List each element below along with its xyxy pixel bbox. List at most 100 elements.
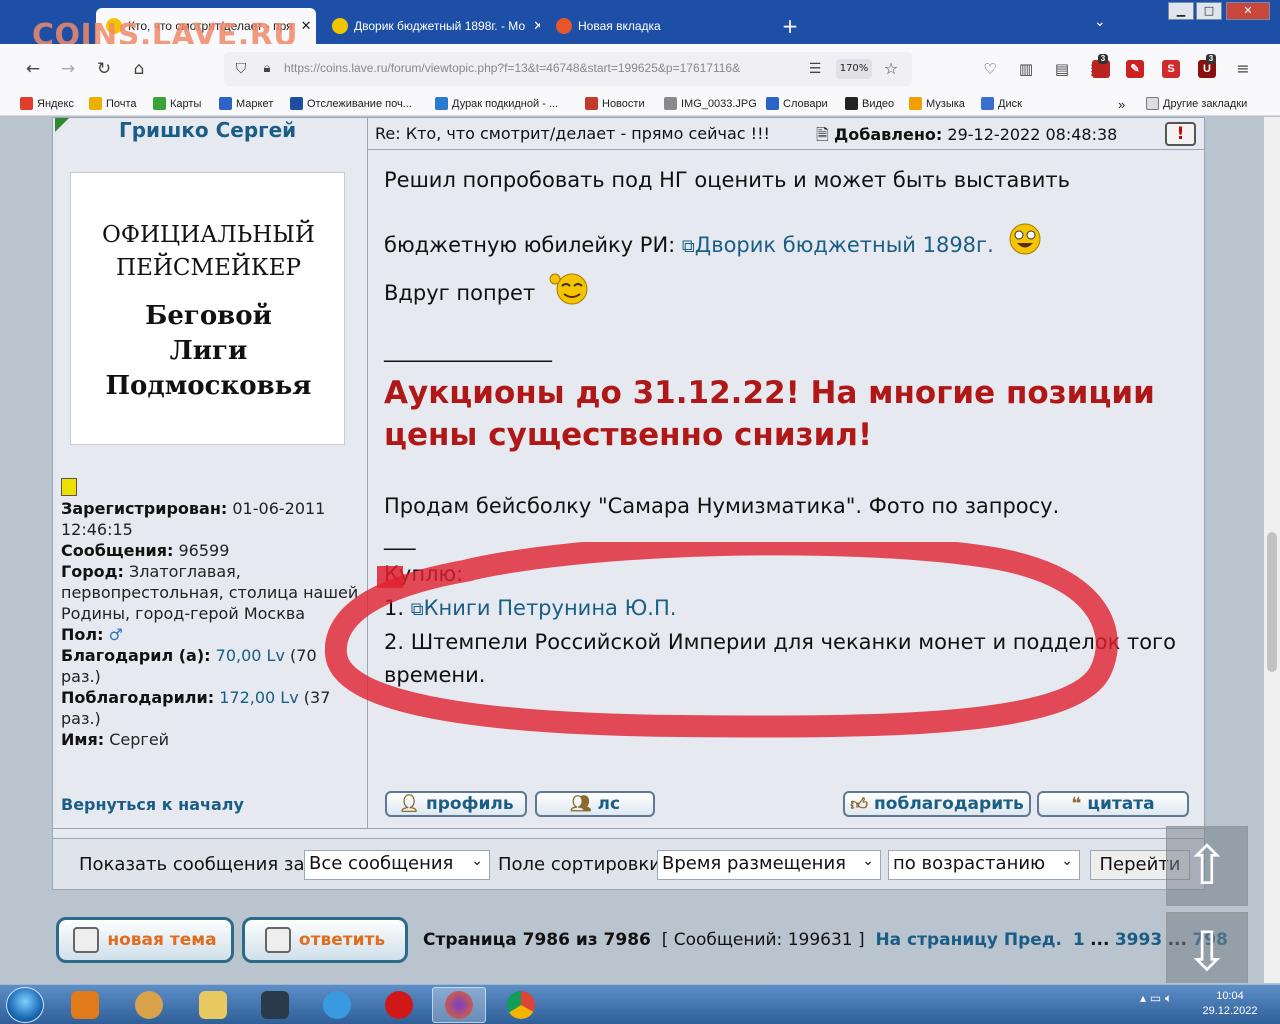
reply-button[interactable]: ответить [242,917,408,963]
close-tab-icon[interactable]: ✕ [533,18,540,34]
start-button[interactable] [6,987,44,1023]
avatar-text: ОФИЦИАЛЬНЫЙ [102,222,315,248]
minimize-button[interactable]: ▁ [1168,2,1194,20]
bookmark-label: Новости [602,97,645,110]
bookmark-label: Другие закладки [1163,97,1248,110]
hamburger-menu-icon[interactable]: ≡ [1232,58,1254,80]
bookmark-maps[interactable]: Карты [153,97,201,110]
prev-page-link[interactable]: На страницу Пред. [875,930,1062,950]
reader-view-icon[interactable]: ☰ [804,58,826,80]
bookmark-dictionaries[interactable]: Словари [766,97,828,110]
library-icon[interactable]: ▥ [1015,58,1037,80]
sort-field-select[interactable]: Время размещения ⌄ [657,850,881,880]
url-bar[interactable]: ⛉ 🔒︎ https://coins.lave.ru/forum/viewtop… [224,52,912,86]
system-tray-icons[interactable]: ▴ ▭ 🔈︎ [1140,991,1172,1006]
reply-label: ответить [298,930,386,950]
shield-icon[interactable]: ⛉ [230,58,252,80]
dvorik-link[interactable]: Дворик бюджетный 1898г. [695,233,994,257]
bookmark-label: Видео [862,97,895,110]
bookmark-yandex[interactable]: Яндекс [20,97,74,110]
sort-bar: Показать сообщения за: Все сообщения ⌄ По… [52,838,1205,890]
auction-notice: Аукционы до 31.12.22! На многие позиции … [384,375,1155,453]
sidebar-icon[interactable]: ▤ [1051,58,1073,80]
close-tab-icon[interactable]: ✕ [301,18,312,34]
page-scrollbar[interactable] [1264,117,1280,983]
globe-icon [435,97,448,110]
page-link-first[interactable]: 1 [1073,930,1085,950]
bookmark-label: Карты [170,97,202,110]
tab-dvorik[interactable]: Дворик бюджетный 1898г. - Мо ✕ [322,8,540,44]
scrollbar-thumb[interactable] [1267,532,1277,672]
petrunin-books-link[interactable]: Книги Петрунина Ю.П. [424,596,677,620]
buy-item-2-cont: времени. [384,663,486,687]
clock[interactable]: 10:04 29.12.2022 [1198,989,1262,1019]
sort-order-select[interactable]: по возрастанию ⌄ [888,850,1080,880]
bookmark-market[interactable]: Маркет [219,97,273,110]
profile-button[interactable]: 👤︎ профиль [385,791,527,817]
quote-button[interactable]: ❝ цитата [1037,791,1189,817]
extension-pen-icon[interactable]: ✎ [1126,60,1144,78]
bookmark-star-icon[interactable]: ☆ [880,58,902,80]
new-tab-plus-icon[interactable]: + [778,14,802,38]
thanked-label: Благодарил (а): [61,646,211,665]
bookmark-label: Диск [998,97,1022,110]
chrome-icon [507,991,535,1019]
maximize-button[interactable]: □ [1196,2,1222,20]
extension-s-icon[interactable]: S [1162,60,1180,78]
buy-item-1-num: 1. [384,596,405,620]
url-text[interactable]: https://coins.lave.ru/forum/viewtopic.ph… [284,61,804,75]
bookmark-tracking[interactable]: Отслеживание поч... [290,97,412,110]
author-name[interactable]: Гришко Сергей [119,118,296,142]
extension-badge: 3 [1098,54,1108,64]
taskbar-media-player[interactable] [58,987,112,1023]
thanked-value[interactable]: 70,00 Lv [216,646,285,665]
show-select[interactable]: Все сообщения ⌄ [304,850,490,880]
taskbar-viewer[interactable] [122,987,176,1023]
page-link-middle[interactable]: 3993 [1115,930,1162,950]
market-icon [219,97,232,110]
forward-arrow-icon[interactable]: → [57,58,79,80]
pm-button[interactable]: 👥︎ лс [535,791,655,817]
bookmark-video[interactable]: Видео [845,97,894,110]
bookmark-img[interactable]: IMG_0033.JPG [664,97,757,110]
tab-list-chevron-icon[interactable]: ⌄ [1094,14,1106,30]
pocket-icon[interactable]: ♡ [979,58,1001,80]
bookmark-news[interactable]: Новости [585,97,645,110]
scroll-up-arrow-icon[interactable]: ⇧ [1166,826,1248,906]
added-value: 29-12-2022 08:48:38 [947,125,1118,144]
show-label: Показать сообщения за: [79,854,311,875]
eye-viewer-icon [135,991,163,1019]
messages-row: Сообщения: 96599 [61,540,361,561]
bookmark-label: Маркет [236,97,274,110]
zoom-level-badge[interactable]: 170% [836,59,872,79]
bookmark-durak[interactable]: Дурак подкидной - ... [435,97,558,110]
taskbar-kmplayer[interactable] [248,987,302,1023]
new-topic-button[interactable]: новая тема [56,917,234,963]
bookmarks-overflow-chevron-icon[interactable]: » [1118,97,1125,112]
back-to-top-link[interactable]: Вернуться к началу [61,795,244,814]
report-button[interactable]: ! [1165,122,1196,146]
sex-label: Пол: [61,625,104,644]
back-arrow-icon[interactable]: ← [22,58,44,80]
bookmark-mail[interactable]: Почта [89,97,137,110]
avatar-text: ПЕЙСМЕЙКЕР [116,255,301,281]
thank-button[interactable]: 👍︎ поблагодарить [843,791,1031,817]
home-icon[interactable]: ⌂ [128,58,150,80]
bookmark-music[interactable]: Музыка [909,97,965,110]
tab-new[interactable]: Новая вкладка [546,8,766,44]
taskbar-opera[interactable] [372,987,426,1023]
taskbar-firefox[interactable] [432,987,486,1023]
taskbar-ie[interactable] [310,987,364,1023]
author-info: Зарегистрирован: 01-06-2011 12:46:15 Соо… [61,498,361,750]
post-subject[interactable]: Re: Кто, что смотрит/делает - прямо сейч… [375,124,770,143]
other-bookmarks[interactable]: Другие закладки [1146,97,1247,110]
sell-line: Продам бейсболку "Самара Нумизматика". Ф… [384,494,1060,518]
lock-icon[interactable]: 🔒︎ [256,58,278,80]
close-window-button[interactable]: ✕ [1226,2,1270,20]
bookmark-disk[interactable]: Диск [981,97,1022,110]
scroll-down-arrow-icon[interactable]: ⇩ [1166,912,1248,983]
reload-icon[interactable]: ↻ [93,58,115,80]
taskbar-explorer[interactable] [186,987,240,1023]
was-thanked-value[interactable]: 172,00 Lv [219,688,298,707]
taskbar-chrome[interactable] [494,987,548,1023]
